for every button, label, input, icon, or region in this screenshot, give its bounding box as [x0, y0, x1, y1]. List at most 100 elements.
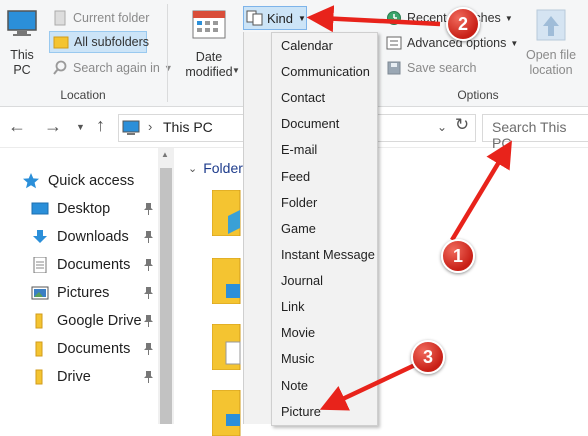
nav-item-documents[interactable]: Documents [0, 251, 158, 279]
menu-item-document[interactable]: Document [281, 116, 339, 131]
open-file-location-button[interactable]: Open file location [520, 8, 582, 88]
open-location-icon [536, 9, 566, 41]
chevron-down-icon: ▼ [504, 13, 513, 23]
nav-item-label: Downloads [57, 229, 129, 245]
search-input[interactable]: Search This PC [482, 114, 588, 151]
breadcrumb[interactable]: This PC [163, 119, 213, 135]
search-again-button[interactable]: Search again in ▼ [52, 60, 173, 76]
current-folder-button[interactable]: Current folder [52, 10, 149, 26]
search-again-label: Search again in [73, 61, 160, 75]
options-icon [386, 36, 402, 50]
annotation-badge-3: 3 [411, 340, 445, 374]
chevron-down-icon: ▼ [298, 13, 306, 23]
save-search-button[interactable]: Save search [386, 60, 476, 76]
chevron-down-icon: ▼ [232, 66, 240, 75]
menu-item-instant-message[interactable]: Instant Message [281, 247, 375, 262]
refresh-button[interactable]: ↻ [452, 115, 472, 139]
options-group-label: Options [457, 88, 499, 102]
all-subfolders-label: All subfolders [74, 35, 150, 49]
nav-item-label: Documents [57, 341, 131, 357]
desktop-icon [31, 202, 49, 215]
all-subfolders-button[interactable]: All subfolders [49, 31, 150, 53]
menu-item-contact[interactable]: Contact [281, 90, 325, 105]
menu-item-journal[interactable]: Journal [281, 273, 323, 288]
nav-item-pictures[interactable]: Pictures [0, 279, 158, 307]
documents-icon [33, 257, 47, 273]
arrow-to-search [450, 140, 512, 242]
chevron-down-icon[interactable]: ⌄ [437, 120, 447, 134]
menu-item-feed[interactable]: Feed [281, 169, 310, 184]
pin-icon [144, 315, 153, 327]
calendar-icon [192, 10, 226, 39]
nav-item-google-drive[interactable]: Google Drive [0, 307, 158, 335]
location-group-label: Location [60, 88, 106, 102]
chevron-down-icon: ▼ [510, 38, 519, 48]
menu-item-music[interactable]: Music [281, 351, 314, 366]
quick-access[interactable]: Quick access [0, 167, 158, 195]
pin-icon [144, 231, 153, 243]
chevron-down-icon: ⌄ [188, 162, 198, 175]
folder-icon [35, 369, 43, 385]
recent-locations-button[interactable]: ▼ [76, 122, 85, 132]
kind-label: Kind [267, 10, 294, 26]
downloads-icon [33, 230, 47, 243]
ribbon-divider [167, 4, 168, 102]
date-modified-button[interactable]: Date modified ▼ [176, 8, 242, 88]
folder-thumbnail[interactable] [212, 190, 244, 236]
star-icon [23, 173, 39, 189]
folder-thumbnail[interactable] [212, 324, 244, 370]
computer-icon [122, 120, 140, 135]
kind-button[interactable]: Kind ▼ [243, 6, 307, 30]
nav-item-documents-folder[interactable]: Documents [0, 335, 158, 363]
current-folder-label: Current folder [73, 11, 150, 25]
date-modified-label: Date modified [185, 50, 233, 79]
nav-item-label: Desktop [57, 201, 111, 217]
folder-thumbnail[interactable] [212, 390, 244, 436]
menu-item-calendar[interactable]: Calendar [281, 38, 333, 53]
kind-icon [246, 10, 263, 26]
up-button[interactable]: ↑ [96, 115, 105, 136]
menu-item-game[interactable]: Game [281, 221, 316, 236]
annotation-badge-1: 1 [441, 239, 475, 273]
scroll-up-arrow[interactable]: ▲ [161, 150, 169, 159]
folder-icon [54, 10, 66, 26]
pin-icon [144, 203, 153, 215]
breadcrumb-separator: › [148, 119, 153, 134]
subfolders-icon [53, 36, 69, 49]
menu-item-movie[interactable]: Movie [281, 325, 315, 340]
back-button[interactable]: ← [8, 116, 26, 137]
menu-item-note[interactable]: Note [281, 378, 308, 393]
nav-item-drive[interactable]: Drive [0, 363, 158, 391]
nav-item-downloads[interactable]: Downloads [0, 223, 158, 251]
pin-icon [144, 259, 153, 271]
nav-scrollbar-thumb[interactable] [160, 168, 172, 424]
save-search-label: Save search [407, 61, 477, 75]
folder-icon [35, 313, 43, 329]
folder-thumbnail[interactable] [212, 258, 244, 304]
this-pc-label: This PC [10, 48, 34, 77]
chevron-down-icon: ▼ [163, 63, 173, 73]
nav-item-desktop[interactable]: Desktop [0, 195, 158, 223]
menu-item-email[interactable]: E-mail [281, 142, 317, 157]
menu-item-picture[interactable]: Picture [281, 404, 321, 419]
kind-menu: Calendar Communication Contact Document … [271, 32, 378, 426]
computer-icon [7, 10, 37, 36]
nav-item-label: Documents [57, 257, 131, 273]
pin-icon [144, 371, 153, 383]
kind-menu-gutter [243, 32, 272, 424]
this-pc-button[interactable]: This PC [4, 8, 40, 88]
menu-item-folder[interactable]: Folder [281, 195, 317, 210]
pin-icon [144, 343, 153, 355]
clock-icon [387, 11, 401, 25]
folder-icon [35, 341, 43, 357]
pictures-icon [31, 286, 49, 300]
search-placeholder: Search This PC [492, 119, 567, 151]
section-header-label: Folder [203, 160, 243, 176]
pin-icon [144, 287, 153, 299]
section-header[interactable]: ⌄ Folder [188, 160, 243, 176]
quick-access-label: Quick access [48, 173, 135, 189]
menu-item-communication[interactable]: Communication [281, 64, 370, 79]
annotation-badge-2: 2 [446, 7, 480, 41]
forward-button[interactable]: → [44, 116, 62, 137]
menu-item-link[interactable]: Link [281, 299, 304, 314]
